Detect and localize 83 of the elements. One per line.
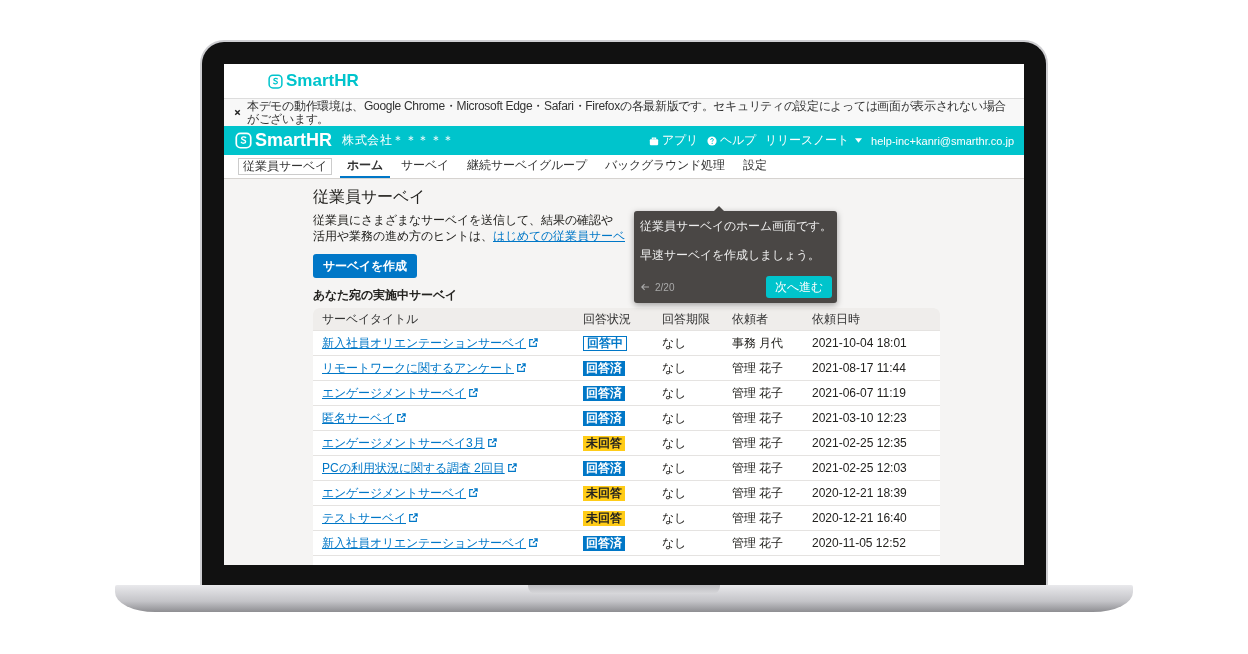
logo-icon: [235, 132, 252, 149]
table-cell-text: なし: [662, 384, 687, 402]
external-link-icon: [528, 538, 538, 548]
page-title: 従業員サーベイ: [313, 187, 425, 206]
table-cell-text: 管理 花子: [732, 534, 785, 552]
table-cell-text: 2020-11-05 12:52: [812, 536, 907, 550]
help-icon: [707, 135, 718, 146]
nav-tab[interactable]: バックグラウンド処理: [598, 155, 732, 178]
status-badge: 未回答: [583, 435, 625, 451]
section-title: あなた宛の実施中サーベイ: [313, 288, 457, 302]
external-link-icon: [486, 438, 497, 448]
back-arrow-icon[interactable]: [640, 283, 650, 291]
close-icon[interactable]: [233, 108, 242, 117]
table-cell-text: 管理 花子: [732, 484, 785, 502]
status-badge: 未回答: [583, 485, 625, 501]
table-cell-text: 管理 花子: [732, 459, 785, 477]
external-link-icon: [528, 338, 538, 348]
logo-icon: [268, 73, 283, 89]
table-cell-text: 管理 花子: [732, 434, 785, 452]
table-cell-text: なし: [662, 409, 687, 427]
status-badge: 回答済: [583, 360, 625, 376]
survey-link[interactable]: テストサーベイ: [322, 509, 418, 527]
table-cell-text: 2021-02-25 12:03: [812, 461, 908, 475]
survey-link[interactable]: エンゲージメントサーベイ: [322, 484, 478, 502]
tooltip-text: 従業員サーベイのホーム画面です。: [640, 219, 832, 234]
survey-link[interactable]: 新入社員オリエンテーションサーベイ: [322, 534, 538, 552]
table-cell-text: なし: [662, 434, 687, 452]
status-badge: 回答済: [583, 385, 625, 401]
nav-tab[interactable]: サーベイ: [394, 155, 456, 178]
status-badge: 回答済: [583, 410, 625, 426]
column-header: 依頼日時: [812, 310, 861, 328]
survey-link[interactable]: 新入社員オリエンテーションサーベイ: [322, 334, 538, 352]
table-cell-text: 管理 花子: [732, 409, 785, 427]
table-cell-text: 2020-12-21 16:40: [812, 511, 908, 525]
external-link-icon: [468, 388, 478, 398]
company-name: 株式会社＊＊＊＊＊: [342, 132, 455, 149]
survey-link[interactable]: エンゲージメントサーベイ: [322, 384, 478, 402]
table-cell-text: なし: [662, 334, 687, 352]
external-link-icon: [506, 463, 517, 473]
table-cell-text: 2021-08-17 11:44: [812, 361, 907, 375]
tooltip-text: 早速サーベイを作成しましょう。: [640, 248, 821, 263]
table-cell-text: 2020-12-21 18:39: [812, 486, 908, 500]
external-link-icon: [468, 488, 478, 498]
survey-link[interactable]: リモートワークに関するアンケート: [322, 359, 526, 377]
column-header: 回答期限: [662, 310, 711, 328]
table-cell-text: なし: [662, 509, 687, 527]
table-cell-text: なし: [662, 459, 687, 477]
external-link-icon: [408, 513, 418, 523]
notice-text: 本デモの動作環境は、Google Chrome・Microsoft Edge・Safari・Firefoxの各最新版です。セキュリティの設定によっては画面が表示されない場合がございます。: [247, 99, 1007, 126]
table-cell-text: なし: [662, 534, 687, 552]
table-cell-text: 管理 花子: [732, 384, 785, 402]
table-cell-text: 管理 花子: [732, 509, 785, 527]
app-label: 従業員サーベイ: [238, 158, 332, 175]
table-cell-text: 2021-02-25 12:35: [812, 436, 908, 450]
description-text: 従業員にさまざまなサーベイを送信して、結果の確認や: [313, 212, 613, 228]
status-badge: 回答済: [583, 535, 625, 551]
external-link-icon: [396, 413, 406, 423]
table-cell-text: 事務 月代: [732, 334, 785, 352]
table-cell-text: なし: [662, 484, 687, 502]
status-badge: 未回答: [583, 510, 625, 526]
briefcase-icon: [649, 135, 660, 146]
survey-link[interactable]: PCの利用状況に関する調査 2回目: [322, 459, 517, 477]
table-cell-text: 2021-10-04 18:01: [812, 336, 908, 350]
table-cell-text: 2021-06-07 11:19: [812, 386, 907, 400]
column-header: サーベイタイトル: [322, 310, 419, 328]
status-badge: 回答中: [583, 335, 627, 351]
nav-tab[interactable]: 設定: [736, 155, 774, 178]
nav-tab[interactable]: 継続サーベイグループ: [460, 155, 594, 178]
description-text: 活用や業務の進め方のヒントは、: [313, 229, 493, 243]
table-cell-text: 2021-03-10 12:23: [812, 411, 908, 425]
caret-icon: [855, 138, 863, 143]
survey-link[interactable]: 匿名サーベイ: [322, 409, 406, 427]
create-survey-button[interactable]: サーベイを作成: [313, 254, 417, 278]
column-header: 回答状況: [583, 310, 632, 328]
external-link-icon: [516, 363, 526, 373]
nav-tab[interactable]: ホーム: [340, 155, 390, 178]
survey-link[interactable]: エンゲージメントサーベイ3月: [322, 434, 497, 452]
status-badge: 回答済: [583, 460, 625, 476]
step-counter: 2/20: [655, 281, 675, 293]
table-cell-text: なし: [662, 359, 687, 377]
table-cell-text: 管理 花子: [732, 359, 785, 377]
guide-link[interactable]: はじめての従業員サーベ: [493, 229, 625, 243]
column-header: 依頼者: [732, 310, 769, 328]
